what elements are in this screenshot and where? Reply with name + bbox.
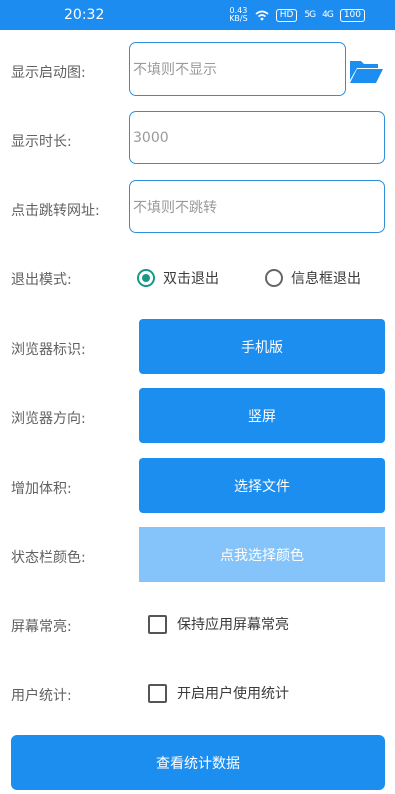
hd-badge: HD xyxy=(275,8,298,22)
duration-input[interactable]: 3000 xyxy=(129,111,385,164)
exit-dialog-radio[interactable]: 信息框退出 xyxy=(265,268,361,288)
pick-color-button[interactable]: 点我选择颜色 xyxy=(139,527,385,582)
duration-placeholder: 3000 xyxy=(133,129,169,146)
duration-label: 显示时长: xyxy=(11,134,72,150)
radio-checked-icon xyxy=(137,269,155,287)
status-bar: 20:32 0.43 KB/S HD 5G 4G 100 xyxy=(0,0,395,30)
network-speed: 0.43 KB/S xyxy=(229,6,248,23)
keep-on-check-label: 保持应用屏幕常亮 xyxy=(177,617,289,633)
stats-label: 用户统计: xyxy=(11,688,72,704)
size-label: 增加体积: xyxy=(11,481,72,497)
signal-4g-icon: 4G xyxy=(322,10,334,20)
exit-mode-label: 退出模式: xyxy=(11,272,72,288)
checkbox-unchecked-icon xyxy=(148,683,167,703)
splash-label: 显示启动图: xyxy=(11,65,86,81)
keep-on-label: 屏幕常亮: xyxy=(11,619,72,635)
radio-unchecked-icon xyxy=(265,269,283,287)
checkbox-unchecked-icon xyxy=(148,614,167,634)
statusbar-color-label: 状态栏颜色: xyxy=(11,550,86,566)
view-stats-button[interactable]: 查看统计数据 xyxy=(11,735,385,790)
folder-open-icon[interactable] xyxy=(349,58,383,84)
exit-double-click-radio[interactable]: 双击退出 xyxy=(137,268,219,288)
exit-double-click-label: 双击退出 xyxy=(163,271,219,287)
url-label: 点击跳转网址: xyxy=(11,203,100,219)
orientation-button[interactable]: 竖屏 xyxy=(139,388,385,443)
orientation-label: 浏览器方向: xyxy=(11,411,86,427)
ua-button[interactable]: 手机版 xyxy=(139,319,385,374)
battery-icon: 100 xyxy=(339,8,365,22)
signal-5g-icon: 5G xyxy=(304,10,316,20)
ua-label: 浏览器标识: xyxy=(11,342,86,358)
wifi-icon xyxy=(255,10,269,20)
status-icons: 0.43 KB/S HD 5G 4G 100 xyxy=(229,7,365,23)
stats-check-label: 开启用户使用统计 xyxy=(177,686,289,702)
choose-file-button[interactable]: 选择文件 xyxy=(139,458,385,513)
splash-input[interactable]: 不填则不显示 xyxy=(129,42,346,96)
keep-on-checkbox[interactable]: 保持应用屏幕常亮 xyxy=(148,614,289,634)
splash-placeholder: 不填则不显示 xyxy=(133,62,217,78)
exit-dialog-label: 信息框退出 xyxy=(291,271,361,287)
url-placeholder: 不填则不跳转 xyxy=(133,199,217,216)
status-time: 20:32 xyxy=(64,7,105,23)
url-input[interactable]: 不填则不跳转 xyxy=(129,180,385,233)
stats-checkbox[interactable]: 开启用户使用统计 xyxy=(148,683,289,703)
